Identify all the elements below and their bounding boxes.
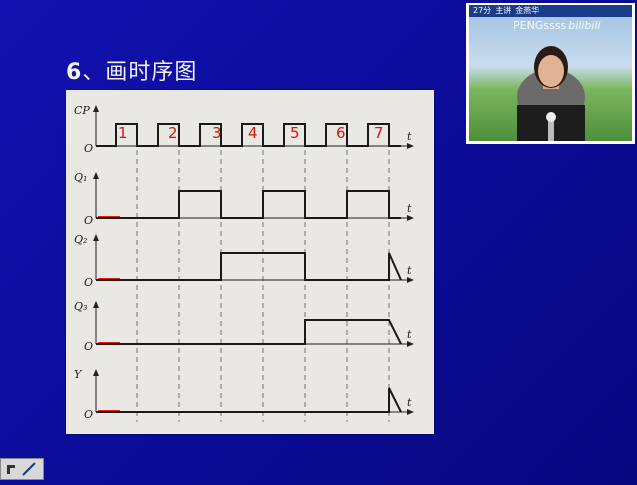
y-axis-arrow xyxy=(93,172,99,179)
row-label: Y xyxy=(74,368,83,381)
slide: 6、画时序图 CP Ot Q₁ Ot Q₂ Ot Q₃ Ot Y Ot 1 2 3 4 5 6 7 27分 主讲金… xyxy=(0,0,637,485)
y-waveform xyxy=(96,387,402,413)
handwritten-pulse-number: 4 xyxy=(248,124,258,142)
y-axis-arrow xyxy=(93,369,99,376)
lecturer-figure xyxy=(517,46,585,141)
time-label: t xyxy=(407,264,412,277)
row-label: Q₃ xyxy=(74,300,87,313)
row-label: Q₁ xyxy=(74,171,87,184)
q1-waveform xyxy=(96,190,401,219)
handwritten-pulse-number: 1 xyxy=(118,124,128,142)
time-label: t xyxy=(407,202,412,215)
origin-label: O xyxy=(84,276,93,289)
handwritten-pulse-number: 2 xyxy=(168,124,178,142)
row-label: Q₂ xyxy=(74,233,87,246)
x-axis-arrow xyxy=(407,277,414,283)
title-text: 、画时序图 xyxy=(82,60,198,85)
handwritten-pulse-number: 5 xyxy=(290,124,300,142)
origin-label: O xyxy=(84,142,93,155)
q3-waveform xyxy=(96,319,402,345)
pen-tool-icon[interactable] xyxy=(0,458,44,480)
timing-diagram-svg: CP Ot Q₁ Ot Q₂ Ot Q₃ Ot Y Ot 1 2 3 4 5 6 7 xyxy=(74,104,414,422)
slide-title: 6、画时序图 xyxy=(66,54,197,86)
row-label: CP xyxy=(74,104,90,117)
q2-waveform xyxy=(96,252,402,281)
origin-label: O xyxy=(84,340,93,353)
origin-label: O xyxy=(84,408,93,421)
handwritten-pulse-number: 6 xyxy=(336,124,346,142)
x-axis-arrow xyxy=(407,215,414,221)
origin-label: O xyxy=(84,214,93,227)
time-label: t xyxy=(407,130,412,143)
lecturer-video[interactable]: 27分 主讲 金燕华 PENGssss bilibili xyxy=(469,5,632,141)
y-axis-arrow xyxy=(93,301,99,308)
timing-diagram: CP Ot Q₁ Ot Q₂ Ot Q₃ Ot Y Ot 1 2 3 4 5 6 7 xyxy=(66,90,434,434)
time-label: t xyxy=(407,328,412,341)
x-axis-arrow xyxy=(407,143,414,149)
handwritten-pulse-number: 3 xyxy=(212,124,222,142)
x-axis-arrow xyxy=(407,341,414,347)
title-number: 6 xyxy=(66,60,83,85)
time-label: t xyxy=(407,396,412,409)
y-axis-arrow xyxy=(93,234,99,241)
handwritten-pulse-number: 7 xyxy=(374,124,384,142)
y-axis-arrow xyxy=(93,105,99,112)
x-axis-arrow xyxy=(407,409,414,415)
